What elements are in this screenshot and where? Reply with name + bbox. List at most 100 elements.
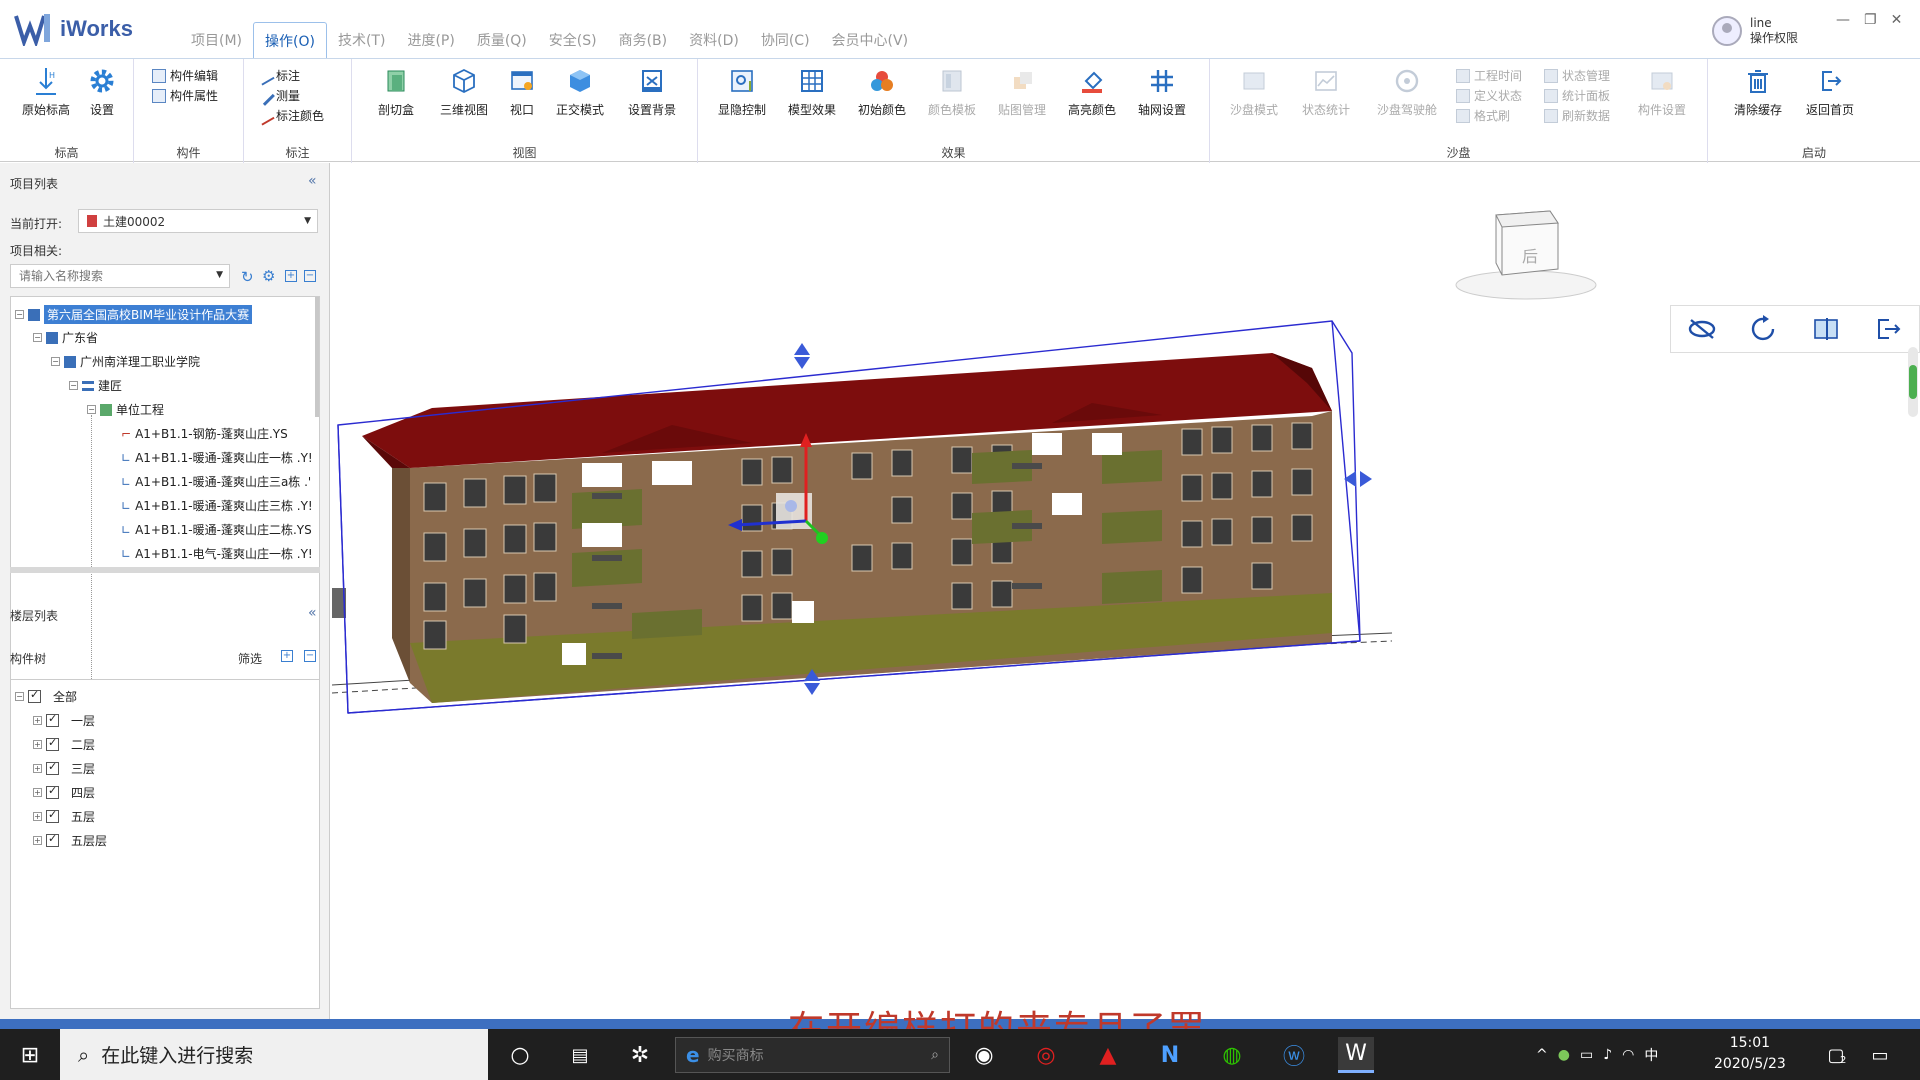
grid-setting-button[interactable]: 轴网设置 xyxy=(1134,65,1190,118)
tree-item-unit[interactable]: − 单位工程 xyxy=(87,401,164,418)
checkbox[interactable] xyxy=(46,760,59,775)
hide-eye-icon[interactable] xyxy=(1687,316,1717,342)
iworks-active-window-icon[interactable]: W xyxy=(1338,1037,1374,1073)
collapse-project-icon[interactable]: « xyxy=(308,173,317,189)
taskbar-search[interactable]: ⌕ 在此键入进行搜索 xyxy=(60,1029,488,1080)
component-property-button[interactable]: 构件属性 xyxy=(152,87,218,104)
tree-item-college[interactable]: − 广州南洋理工职业学院 xyxy=(51,353,200,370)
windows-start-icon[interactable]: ⊞ xyxy=(12,1037,48,1073)
status-statistics-button[interactable]: 状态统计 xyxy=(1298,65,1354,118)
tree-file-item[interactable]: ∟ A1+B1.1-电气-蓬爽山庄一栋 .Y! xyxy=(121,545,313,562)
menu-technology[interactable]: 技术(T) xyxy=(327,22,396,58)
component-setting-button[interactable]: 构件设置 xyxy=(1634,65,1690,118)
checkbox[interactable] xyxy=(46,736,59,751)
volume-icon[interactable]: ♪ xyxy=(1603,1047,1612,1063)
panda-app-icon[interactable]: ◉ xyxy=(966,1037,1002,1073)
expand-toggle-icon[interactable]: + xyxy=(33,716,42,725)
section-view-icon[interactable] xyxy=(1811,316,1841,342)
3d-viewport[interactable]: 后 xyxy=(331,163,1920,1019)
collapse-toggle-icon[interactable]: − xyxy=(33,333,42,342)
project-search-input[interactable] xyxy=(11,265,201,287)
project-time-button[interactable]: 工程时间 xyxy=(1456,67,1522,84)
wechat-icon[interactable]: ◍ xyxy=(1214,1037,1250,1073)
tree-file-item[interactable]: ∟ A1+B1.1-暖通-蓬爽山庄一栋 .Y! xyxy=(121,449,313,466)
collapse-toggle-icon[interactable]: − xyxy=(15,692,24,701)
floor-item[interactable]: +五层 xyxy=(33,808,95,825)
set-background-button[interactable]: 设置背景 xyxy=(624,65,680,118)
texture-manager-button[interactable]: 贴图管理 xyxy=(994,65,1050,118)
menu-quality[interactable]: 质量(Q) xyxy=(466,22,538,58)
restore-icon[interactable]: ❐ xyxy=(1864,12,1877,28)
annotation-color-button[interactable]: 标注颜色 xyxy=(255,105,324,126)
expand-toggle-icon[interactable]: + xyxy=(33,788,42,797)
rotate-icon[interactable] xyxy=(1749,314,1779,344)
floor-item[interactable]: +四层 xyxy=(33,784,95,801)
expand-toggle-icon[interactable]: + xyxy=(33,740,42,749)
sandbox-cockpit-button[interactable]: 沙盘驾驶舱 xyxy=(1372,65,1442,118)
highlight-color-button[interactable]: 高亮颜色 xyxy=(1064,65,1120,118)
tree-file-item[interactable]: ⌐ A1+B1.1-钢筋-蓬爽山庄.YS xyxy=(121,425,288,442)
collapse-toggle-icon[interactable]: − xyxy=(51,357,60,366)
battery-icon[interactable]: ▭ xyxy=(1580,1047,1593,1063)
status-management-button[interactable]: 状态管理 xyxy=(1544,67,1610,84)
checkbox[interactable] xyxy=(46,784,59,799)
minimize-icon[interactable]: — xyxy=(1836,12,1850,28)
iworks-taskbar-icon[interactable]: ⓦ xyxy=(1276,1037,1312,1073)
filter-button[interactable]: 筛选 xyxy=(238,650,262,667)
expand-all-icon[interactable]: + xyxy=(285,270,297,282)
collapse-toggle-icon[interactable]: − xyxy=(69,381,78,390)
expand-toggle-icon[interactable]: + xyxy=(33,812,42,821)
3d-view-button[interactable]: 三维视图 xyxy=(436,65,492,118)
menu-progress[interactable]: 进度(P) xyxy=(396,22,465,58)
collapse-floor-icon[interactable]: « xyxy=(308,605,317,621)
tree-file-item[interactable]: ∟ A1+B1.1-暖通-蓬爽山庄三栋 .Y! xyxy=(121,497,313,514)
tray-chevron-icon[interactable]: ^ xyxy=(1536,1047,1548,1063)
n-app-icon[interactable]: N xyxy=(1152,1037,1188,1073)
checkbox[interactable] xyxy=(46,712,59,727)
ime-indicator[interactable]: 中 xyxy=(1644,1045,1658,1065)
acrobat-icon[interactable]: ▲ xyxy=(1090,1037,1126,1073)
collapse-toggle-icon[interactable]: − xyxy=(15,310,24,319)
menu-collaboration[interactable]: 协同(C) xyxy=(750,22,821,58)
collapse-toggle-icon[interactable]: − xyxy=(87,405,96,414)
clock[interactable]: 15:01 2020/5/23 xyxy=(1714,1033,1786,1075)
statistics-panel-button[interactable]: 统计面板 xyxy=(1544,87,1610,104)
action-center-icon[interactable]: ▭ xyxy=(1862,1037,1898,1073)
horizontal-scrollbar[interactable] xyxy=(10,567,320,573)
clear-cache-button[interactable]: 清除缓存 xyxy=(1730,65,1786,118)
view-cube[interactable]: 后 xyxy=(1454,203,1604,313)
tree-item-team[interactable]: − 建匠 xyxy=(69,377,122,394)
search-dropdown-icon[interactable]: ▼ xyxy=(216,270,223,280)
refresh-icon[interactable]: ↻ xyxy=(241,268,254,286)
zoom-slider[interactable] xyxy=(1908,347,1918,417)
cortana-icon[interactable]: ○ xyxy=(502,1037,538,1073)
browser-search[interactable]: e 购买商标 ⌕ xyxy=(675,1037,950,1073)
color-template-button[interactable]: 颜色模板 xyxy=(924,65,980,118)
expand-toggle-icon[interactable]: + xyxy=(33,836,42,845)
floor-item[interactable]: +五层层 xyxy=(33,832,107,849)
orthographic-button[interactable]: 正交模式 xyxy=(552,65,608,118)
floor-item[interactable]: +二层 xyxy=(33,736,95,753)
model-effect-button[interactable]: 模型效果 xyxy=(784,65,840,118)
exit-view-icon[interactable] xyxy=(1873,316,1903,342)
tree-file-item[interactable]: ∟ A1+B1.1-暖通-蓬爽山庄三a栋 .' xyxy=(121,473,311,490)
menu-business[interactable]: 商务(B) xyxy=(608,22,679,58)
format-brush-button[interactable]: 格式刷 xyxy=(1456,107,1510,124)
expand-all-icon[interactable]: + xyxy=(281,650,293,662)
settings-button[interactable]: 设置 xyxy=(84,65,120,118)
component-edit-button[interactable]: 构件编辑 xyxy=(152,67,218,84)
section-box-button[interactable]: 剖切盒 xyxy=(372,65,420,118)
annotate-button[interactable]: 标注 xyxy=(255,65,300,86)
define-status-button[interactable]: 定义状态 xyxy=(1456,87,1522,104)
measure-button[interactable]: 测量 xyxy=(255,85,300,106)
netease-music-icon[interactable]: ◎ xyxy=(1028,1037,1064,1073)
tree-item-province[interactable]: − 广东省 xyxy=(33,329,98,346)
checkbox[interactable] xyxy=(46,832,59,847)
user-info[interactable]: line 操作权限 xyxy=(1712,16,1798,46)
menu-project[interactable]: 项目(M) xyxy=(180,22,253,58)
viewport-button[interactable]: 视口 xyxy=(504,65,540,118)
tray-app-icon[interactable]: ● xyxy=(1558,1047,1570,1063)
checkbox[interactable] xyxy=(46,808,59,823)
current-project-select[interactable]: 土建00002 ▼ xyxy=(78,209,318,233)
back-home-button[interactable]: 返回首页 xyxy=(1802,65,1858,118)
